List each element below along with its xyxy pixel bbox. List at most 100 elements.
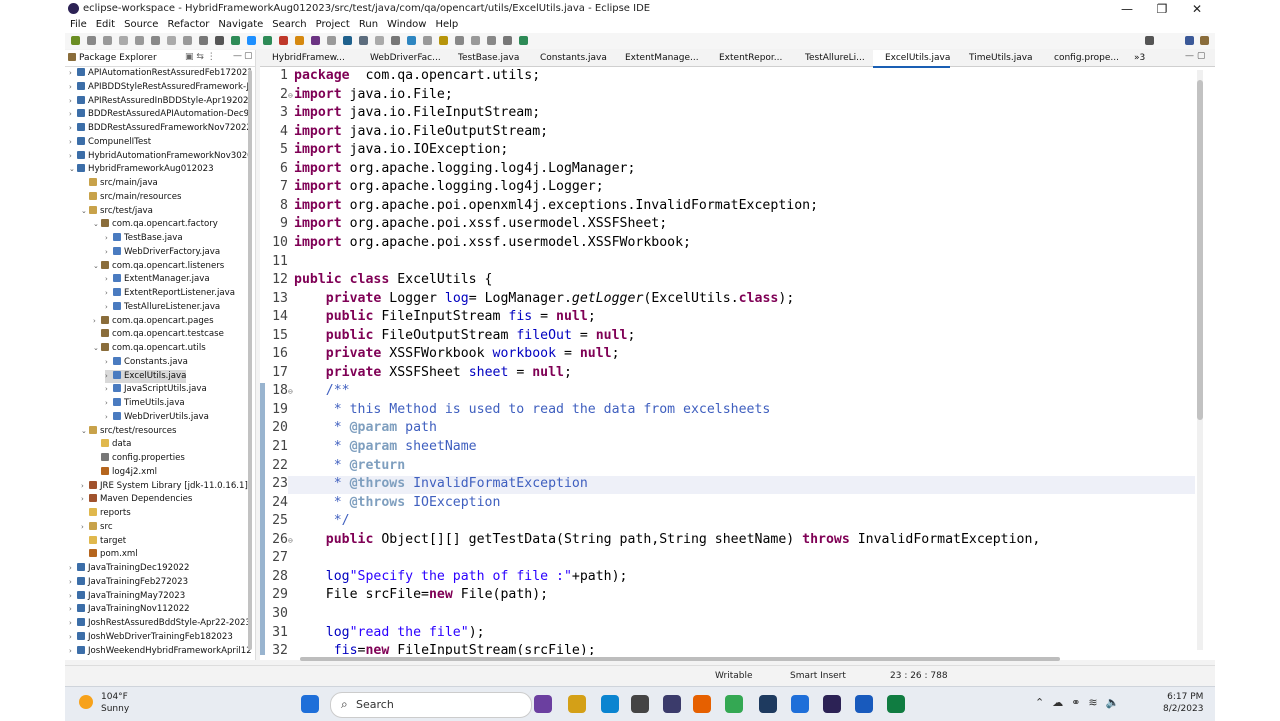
chevron-right-icon[interactable]: › (105, 356, 113, 369)
code-line[interactable]: /** (294, 383, 350, 398)
tree-item[interactable]: › JavaTrainingDec192022 (69, 562, 190, 575)
tree-item[interactable]: › APIBDDStyleRestAssuredFramework-Ju (69, 81, 251, 94)
tree-item[interactable]: › CompunelITest (69, 136, 151, 149)
search-icon[interactable] (1145, 36, 1154, 45)
tree-item[interactable]: data (93, 438, 131, 451)
tree-item[interactable]: src/main/resources (81, 191, 181, 204)
chevron-right-icon[interactable]: › (69, 150, 77, 163)
code-line[interactable]: import java.io.FileInputStream; (294, 105, 540, 120)
scroll-thumb[interactable] (1197, 80, 1203, 420)
tree-item[interactable]: ⌄ src/test/resources (81, 425, 177, 438)
chevron-right-icon[interactable]: › (69, 95, 77, 108)
menu-navigate[interactable]: Navigate (218, 19, 263, 30)
taskbar-app-tb12-icon[interactable] (855, 695, 873, 713)
menu-project[interactable]: Project (316, 19, 350, 30)
tree-item[interactable]: › TimeUtils.java (105, 397, 185, 410)
editor-tab[interactable]: TimeUtils.java (957, 50, 1033, 66)
toolbar-button-12-icon[interactable] (247, 36, 256, 45)
tree-item[interactable]: › TestBase.java (105, 232, 183, 245)
editor-tab[interactable]: ExtentManage... (613, 50, 699, 66)
chevron-right-icon[interactable]: › (81, 521, 89, 534)
code-line[interactable]: public class ExcelUtils { (294, 272, 493, 287)
code-line[interactable]: * @throws IOException (294, 495, 501, 510)
taskbar-app-tb8-icon[interactable] (725, 695, 743, 713)
taskbar-app-tb13-icon[interactable] (887, 695, 905, 713)
start-windows-icon[interactable] (301, 695, 319, 713)
chevron-right-icon[interactable]: › (81, 493, 89, 506)
editor-tab[interactable]: ExtentRepor... (707, 50, 782, 66)
tree-item[interactable]: › JoshWeekendHybridFrameworkApril12 (69, 645, 251, 655)
code-line[interactable]: private XSSFSheet sheet = null; (294, 365, 572, 380)
toolbar-button-16-icon[interactable] (311, 36, 320, 45)
taskbar-app-tb6-icon[interactable] (663, 695, 681, 713)
toolbar-button-25-icon[interactable] (455, 36, 464, 45)
toolbar-button-22-icon[interactable] (407, 36, 416, 45)
chevron-down-icon[interactable]: ⌄ (93, 342, 101, 355)
tree-item[interactable]: › src (81, 521, 113, 534)
code-line[interactable]: import java.io.File; (294, 87, 453, 102)
code-line[interactable]: * @param path (294, 420, 437, 435)
toolbar-button-8-icon[interactable] (183, 36, 192, 45)
tree-item[interactable]: › JoshRestAssuredBddStyle-Apr22-2023 (69, 617, 251, 630)
perspective-icon[interactable] (1185, 36, 1194, 45)
toolbar-button-18-icon[interactable] (343, 36, 352, 45)
editor-tab[interactable]: Constants.java (528, 50, 607, 66)
editor-tab[interactable]: HybridFramew... (260, 50, 345, 66)
chevron-right-icon[interactable]: › (105, 273, 113, 286)
toolbar-button-28-icon[interactable] (503, 36, 512, 45)
chevron-right-icon[interactable]: › (69, 81, 77, 94)
tree-item[interactable]: › ExcelUtils.java (105, 369, 187, 383)
taskbar-app-tb2-icon[interactable] (534, 695, 552, 713)
code-line[interactable]: */ (294, 513, 350, 528)
chevron-right-icon[interactable]: › (105, 370, 113, 383)
chevron-right-icon[interactable]: › (69, 136, 77, 149)
tree-item[interactable]: › ExtentManager.java (105, 273, 210, 286)
chevron-right-icon[interactable]: › (69, 603, 77, 616)
java-perspective-icon[interactable] (1200, 36, 1209, 45)
toolbar-button-17-icon[interactable] (327, 36, 336, 45)
chevron-right-icon[interactable]: › (69, 631, 77, 644)
system-tray-icons[interactable]: ⌃☁⚭≋🔈 (1035, 696, 1127, 709)
code-line[interactable]: import org.apache.logging.log4j.LogManag… (294, 161, 635, 176)
tree-item[interactable]: › Constants.java (105, 356, 188, 369)
toolbar-button-7-icon[interactable] (167, 36, 176, 45)
clock[interactable]: 6:17 PM 8/2/2023 (1163, 691, 1203, 715)
chevron-right-icon[interactable]: › (69, 108, 77, 121)
toolbar-button-19-icon[interactable] (359, 36, 368, 45)
fold-toggle-icon[interactable]: ⊖ (288, 536, 293, 545)
code-line[interactable]: fis=new FileInputStream(srcFile); (294, 643, 596, 655)
toolbar-button-21-icon[interactable] (391, 36, 400, 45)
chevron-right-icon[interactable]: › (69, 576, 77, 589)
maximize-view-icon[interactable]: ▢ (244, 51, 253, 61)
taskbar-app-tb10-icon[interactable] (791, 695, 809, 713)
toolbar-button-24-icon[interactable] (439, 36, 448, 45)
chevron-right-icon[interactable]: › (105, 232, 113, 245)
toolbar-button-20-icon[interactable] (375, 36, 384, 45)
menu-refactor[interactable]: Refactor (167, 19, 209, 30)
editor-horizontal-scrollbar[interactable] (300, 657, 1060, 661)
taskbar-app-tb7-icon[interactable] (693, 695, 711, 713)
taskbar-app-tb3-icon[interactable] (568, 695, 586, 713)
toolbar-button-11-icon[interactable] (231, 36, 240, 45)
tree-item[interactable]: › BDDRestAssuredAPIAutomation-Dec9 (69, 108, 249, 121)
code-line[interactable]: * @param sheetName (294, 439, 477, 454)
code-line[interactable]: log"read the file"); (294, 625, 485, 640)
tree-item[interactable]: › JRE System Library [jdk-11.0.16.1] (81, 480, 248, 493)
code-line[interactable]: import org.apache.poi.xssf.usermodel.XSS… (294, 235, 691, 250)
tree-item[interactable]: config.properties (93, 452, 185, 465)
code-line[interactable]: import org.apache.poi.openxml4j.exceptio… (294, 198, 818, 213)
tree-item[interactable]: ⌄ HybridFrameworkAug012023 (69, 163, 214, 176)
menu-window[interactable]: Window (387, 19, 426, 30)
tree-item[interactable]: › JoshWebDriverTrainingFeb182023 (69, 631, 233, 644)
code-line[interactable]: import org.apache.poi.xssf.usermodel.XSS… (294, 216, 667, 231)
weather-widget[interactable]: 104°F Sunny (79, 691, 129, 715)
toolbar-button-5-icon[interactable] (135, 36, 144, 45)
tree-item[interactable]: › Maven Dependencies (81, 493, 192, 506)
toolbar-button-14-icon[interactable] (279, 36, 288, 45)
tree-item[interactable]: › APIAutomationRestAssuredFeb172023 (69, 67, 251, 80)
chevron-right-icon[interactable]: › (69, 67, 77, 80)
editor-tab[interactable]: config.prope... (1042, 50, 1119, 66)
editor-tab[interactable]: »3 (1122, 50, 1145, 66)
toolbar-button-2-icon[interactable] (87, 36, 96, 45)
chevron-right-icon[interactable]: › (105, 246, 113, 259)
